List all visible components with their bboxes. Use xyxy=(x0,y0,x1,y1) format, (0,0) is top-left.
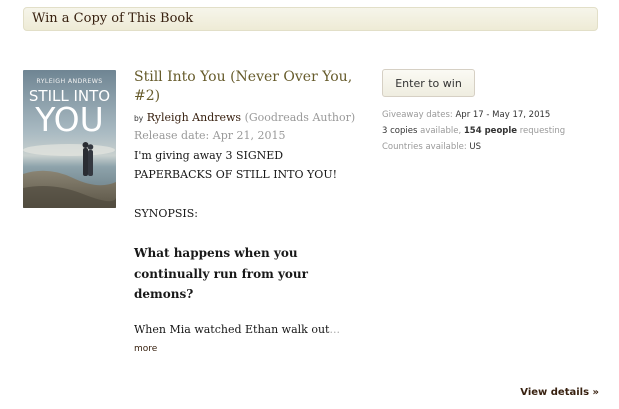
book-cover-image: RYLEIGH ANDREWS STILL INTO YOU xyxy=(23,70,116,208)
giveaway-dates-value: Apr 17 - May 17, 2015 xyxy=(455,110,551,120)
author-role: (Goodreads Author) xyxy=(244,111,356,124)
synopsis-heading: What happens when you continually run fr… xyxy=(134,246,308,301)
giveaway-dates-label: Giveaway dates: xyxy=(382,110,453,120)
author-link[interactable]: Ryleigh Andrews xyxy=(147,111,241,124)
excerpt-ellipsis: ... xyxy=(329,323,340,336)
author-line: by Ryleigh Andrews (Goodreads Author) xyxy=(134,110,374,126)
release-date: Release date: Apr 21, 2015 xyxy=(134,129,286,142)
copies-word: available, xyxy=(420,126,462,136)
people-word: requesting xyxy=(519,126,566,136)
view-details-link[interactable]: View details » xyxy=(520,387,599,398)
by-label: by xyxy=(134,114,144,123)
section-title: Win a Copy of This Book xyxy=(32,11,194,26)
excerpt: When Mia watched Ethan walk out... xyxy=(134,323,340,336)
more-link[interactable]: more xyxy=(134,344,157,354)
copies-count: 3 copies xyxy=(382,126,418,136)
countries-available: Countries available: US xyxy=(382,142,481,152)
people-count: 154 people xyxy=(463,126,518,136)
description-line: PAPERBACKS OF STILL INTO YOU! xyxy=(134,168,338,181)
excerpt-text: When Mia watched Ethan walk out xyxy=(134,323,330,336)
countries-label: Countries available: xyxy=(382,142,467,152)
giveaway-dates: Giveaway dates: Apr 17 - May 17, 2015 xyxy=(382,110,550,120)
book-cover[interactable]: RYLEIGH ANDREWS STILL INTO YOU xyxy=(23,70,116,208)
cover-author-text: RYLEIGH ANDREWS xyxy=(36,78,102,85)
giveaway-counts: 3 copies available, 154 people requestin… xyxy=(382,126,565,136)
description-line: I'm giving away 3 SIGNED xyxy=(134,149,284,162)
enter-to-win-button[interactable]: Enter to win xyxy=(382,69,475,97)
description-line: SYNOPSIS: xyxy=(134,207,198,220)
section-header: Win a Copy of This Book xyxy=(23,7,598,31)
countries-value: US xyxy=(469,142,482,152)
book-title-link[interactable]: Still Into You (Never Over You, #2) xyxy=(134,68,359,106)
cover-title-line2: YOU xyxy=(34,100,103,139)
